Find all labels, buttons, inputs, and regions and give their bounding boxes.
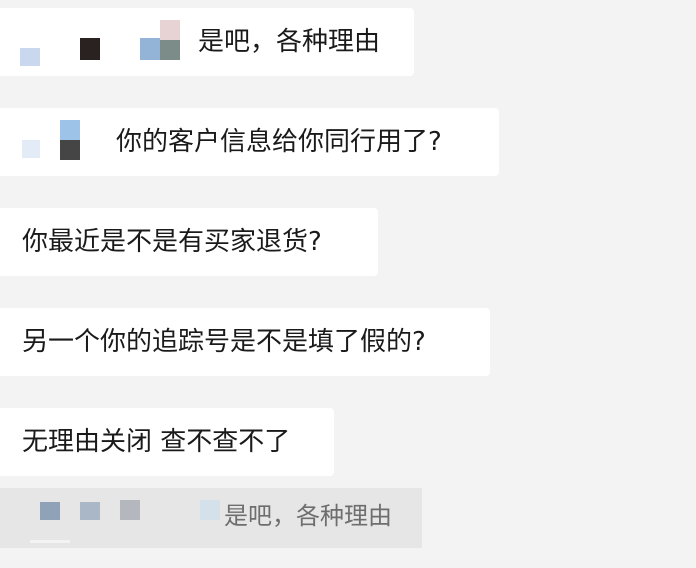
message-bubble[interactable]: 无理由关闭 查不查不了 [0,408,334,476]
message-bubble[interactable]: 另一个你的追踪号是不是填了假的? [0,308,490,376]
quoted-reply[interactable]: 是吧，各种理由 [0,488,422,548]
message-text: 无理由关闭 查不查不了 [22,427,291,457]
quoted-reply-text: 是吧，各种理由 [224,502,392,530]
message-text: 另一个你的追踪号是不是填了假的? [22,327,426,357]
message-bubble[interactable]: 你最近是不是有买家退货? [0,208,378,276]
message-bubble[interactable]: 你的客户信息给你同行用了? [0,108,499,176]
message-text: 你的客户信息给你同行用了? [116,127,442,157]
message-text: 是吧，各种理由 [198,27,381,57]
message-text: 你最近是不是有买家退货? [22,227,322,257]
message-bubble[interactable]: 是吧，各种理由 [0,8,414,76]
